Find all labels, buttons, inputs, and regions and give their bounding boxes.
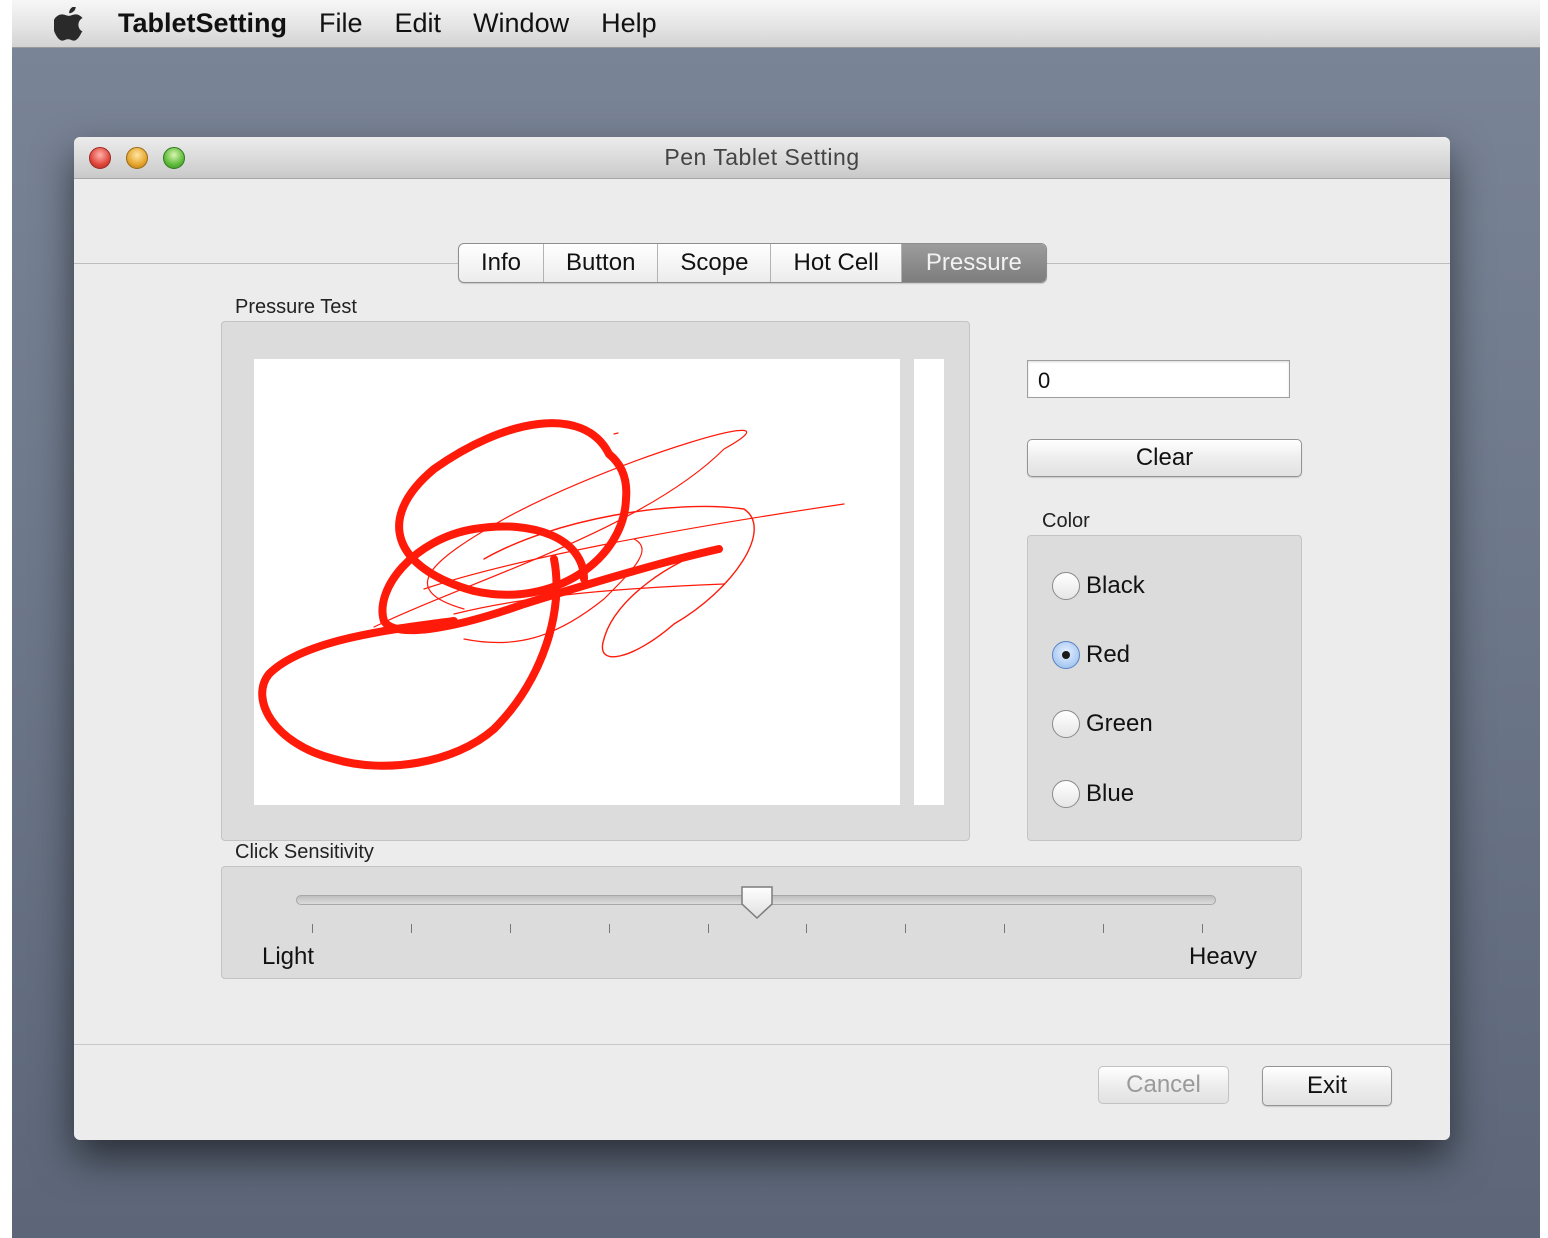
menu-window[interactable]: Window (473, 8, 569, 39)
tab-bar: Info Button Scope Hot Cell Pressure (458, 243, 1047, 283)
slider-tick (707, 924, 709, 933)
sensitivity-slider-thumb[interactable] (739, 885, 775, 921)
pressure-value-field[interactable]: 0 (1027, 360, 1290, 398)
click-sensitivity-panel (221, 866, 1302, 979)
slider-tick (1202, 924, 1203, 933)
cancel-button[interactable]: Cancel (1098, 1066, 1229, 1104)
radio-label: Blue (1086, 780, 1135, 807)
pressure-test-label: Pressure Test (235, 296, 357, 318)
window-titlebar[interactable]: Pen Tablet Setting (74, 137, 1450, 179)
drawing-canvas[interactable] (254, 359, 900, 805)
exit-button[interactable]: Exit (1262, 1066, 1392, 1106)
radio-button-selected[interactable] (1052, 641, 1080, 669)
clear-button[interactable]: Clear (1027, 439, 1302, 477)
menu-edit[interactable]: Edit (395, 8, 442, 39)
tab-info[interactable]: Info (459, 244, 545, 282)
menu-help[interactable]: Help (601, 8, 657, 39)
radio-label: Red (1086, 641, 1131, 668)
slider-tick (1004, 924, 1006, 933)
settings-window: Pen Tablet Setting Info Button Scope Hot… (74, 137, 1450, 1140)
window-title: Pen Tablet Setting (664, 144, 860, 170)
apple-icon[interactable] (48, 4, 90, 44)
slider-tick (608, 924, 610, 933)
slider-max-label: Heavy (1189, 943, 1258, 970)
slider-tick (905, 924, 907, 933)
tab-scope[interactable]: Scope (658, 244, 772, 282)
color-group-label: Color (1042, 510, 1090, 532)
menu-app-name[interactable]: TabletSetting (118, 8, 287, 39)
radio-label: Black (1086, 572, 1145, 599)
slider-tick (509, 924, 511, 933)
footer-divider (74, 1044, 1450, 1045)
slider-tick (312, 924, 313, 933)
menu-file[interactable]: File (319, 8, 363, 39)
radio-green[interactable]: Green (1052, 710, 1153, 738)
tab-hot-cell[interactable]: Hot Cell (771, 244, 902, 282)
menu-bar: TabletSetting File Edit Window Help (12, 0, 1540, 48)
slider-tick (1103, 924, 1105, 933)
pen-stroke (613, 432, 619, 435)
radio-black[interactable]: Black (1052, 572, 1145, 600)
tab-button[interactable]: Button (544, 244, 659, 282)
pen-stroke (423, 503, 845, 590)
radio-button[interactable] (1052, 572, 1080, 600)
slider-min-label: Light (262, 943, 315, 970)
slider-tick (806, 924, 808, 933)
radio-red[interactable]: Red (1052, 641, 1130, 669)
slider-tick (410, 924, 412, 933)
radio-blue[interactable]: Blue (1052, 780, 1134, 808)
tab-pressure[interactable]: Pressure (901, 244, 1046, 282)
radio-button[interactable] (1052, 780, 1080, 808)
pressure-level-bar (914, 359, 944, 805)
click-sensitivity-label: Click Sensitivity (235, 841, 374, 863)
radio-label: Green (1086, 710, 1153, 737)
pen-stroke (453, 583, 725, 615)
pen-stroke (258, 555, 561, 770)
radio-button[interactable] (1052, 710, 1080, 738)
